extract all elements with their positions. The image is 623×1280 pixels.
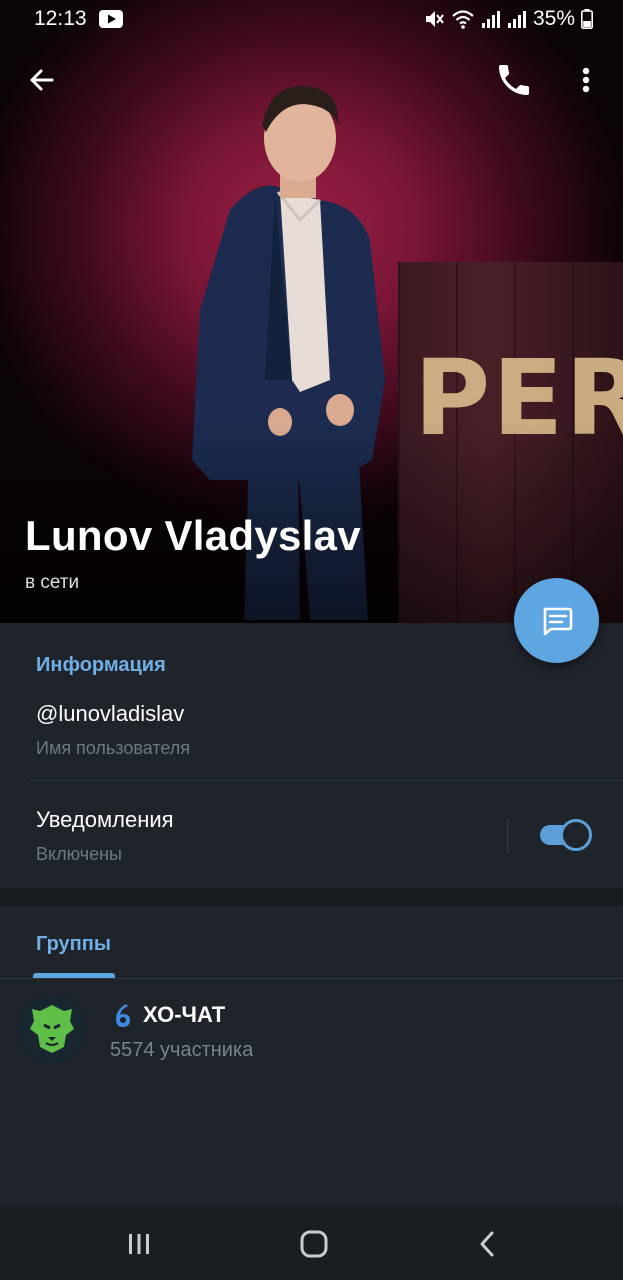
status-bar: 12:13 35% xyxy=(0,0,623,40)
signal-icon xyxy=(481,11,500,28)
group-type-icon xyxy=(116,1004,130,1027)
battery-percent: 35% xyxy=(532,7,575,30)
message-icon xyxy=(543,607,572,635)
status-time: 12:13 xyxy=(34,7,87,30)
groups-section: Группы ХО-ЧАТ 5574 участника xyxy=(0,906,623,1206)
group-member-count: 5574 участника xyxy=(110,1039,254,1061)
groups-divider xyxy=(0,978,623,979)
notifications-toggle[interactable] xyxy=(538,819,592,851)
youtube-icon xyxy=(99,10,123,28)
home-button[interactable] xyxy=(299,1229,329,1259)
recents-button[interactable] xyxy=(124,1232,154,1256)
info-section-title: Информация xyxy=(36,654,166,676)
info-section: Информация @lunovladislav Имя пользовате… xyxy=(0,623,623,888)
tab-groups[interactable]: Группы xyxy=(36,933,111,956)
notifications-separator xyxy=(507,819,508,853)
recents-icon xyxy=(129,1234,149,1254)
call-button[interactable] xyxy=(494,60,534,100)
phone-icon xyxy=(499,65,529,95)
back-button[interactable] xyxy=(22,60,62,100)
wifi-icon xyxy=(452,10,474,29)
profile-online-status: в сети xyxy=(25,572,80,593)
group-list-item[interactable]: ХО-ЧАТ 5574 участника xyxy=(0,984,623,1074)
system-back-button[interactable] xyxy=(476,1229,500,1259)
username-value: @lunovladislav xyxy=(36,701,185,726)
signal-icon xyxy=(507,11,526,28)
mute-icon xyxy=(425,11,444,27)
toggle-knob xyxy=(560,819,592,851)
more-vert-icon xyxy=(582,67,590,93)
nav-back-icon xyxy=(480,1231,494,1257)
home-icon xyxy=(300,1230,328,1258)
back-arrow-icon xyxy=(30,69,54,91)
group-avatar xyxy=(18,995,86,1063)
info-divider xyxy=(30,780,623,781)
notifications-title: Уведомления xyxy=(36,807,174,832)
lion-avatar xyxy=(18,995,86,1063)
notifications-state: Включены xyxy=(36,844,122,864)
battery-icon xyxy=(581,9,593,29)
section-gap xyxy=(0,888,623,906)
status-icons: 35% xyxy=(423,7,593,31)
top-app-bar xyxy=(0,52,623,108)
group-name: ХО-ЧАТ xyxy=(143,1002,226,1027)
system-nav-bar xyxy=(0,1206,623,1280)
username-label: Имя пользователя xyxy=(36,738,191,758)
more-options-button[interactable] xyxy=(570,60,602,100)
send-message-button[interactable] xyxy=(514,578,599,663)
profile-name: Lunov Vladyslav xyxy=(25,512,361,559)
